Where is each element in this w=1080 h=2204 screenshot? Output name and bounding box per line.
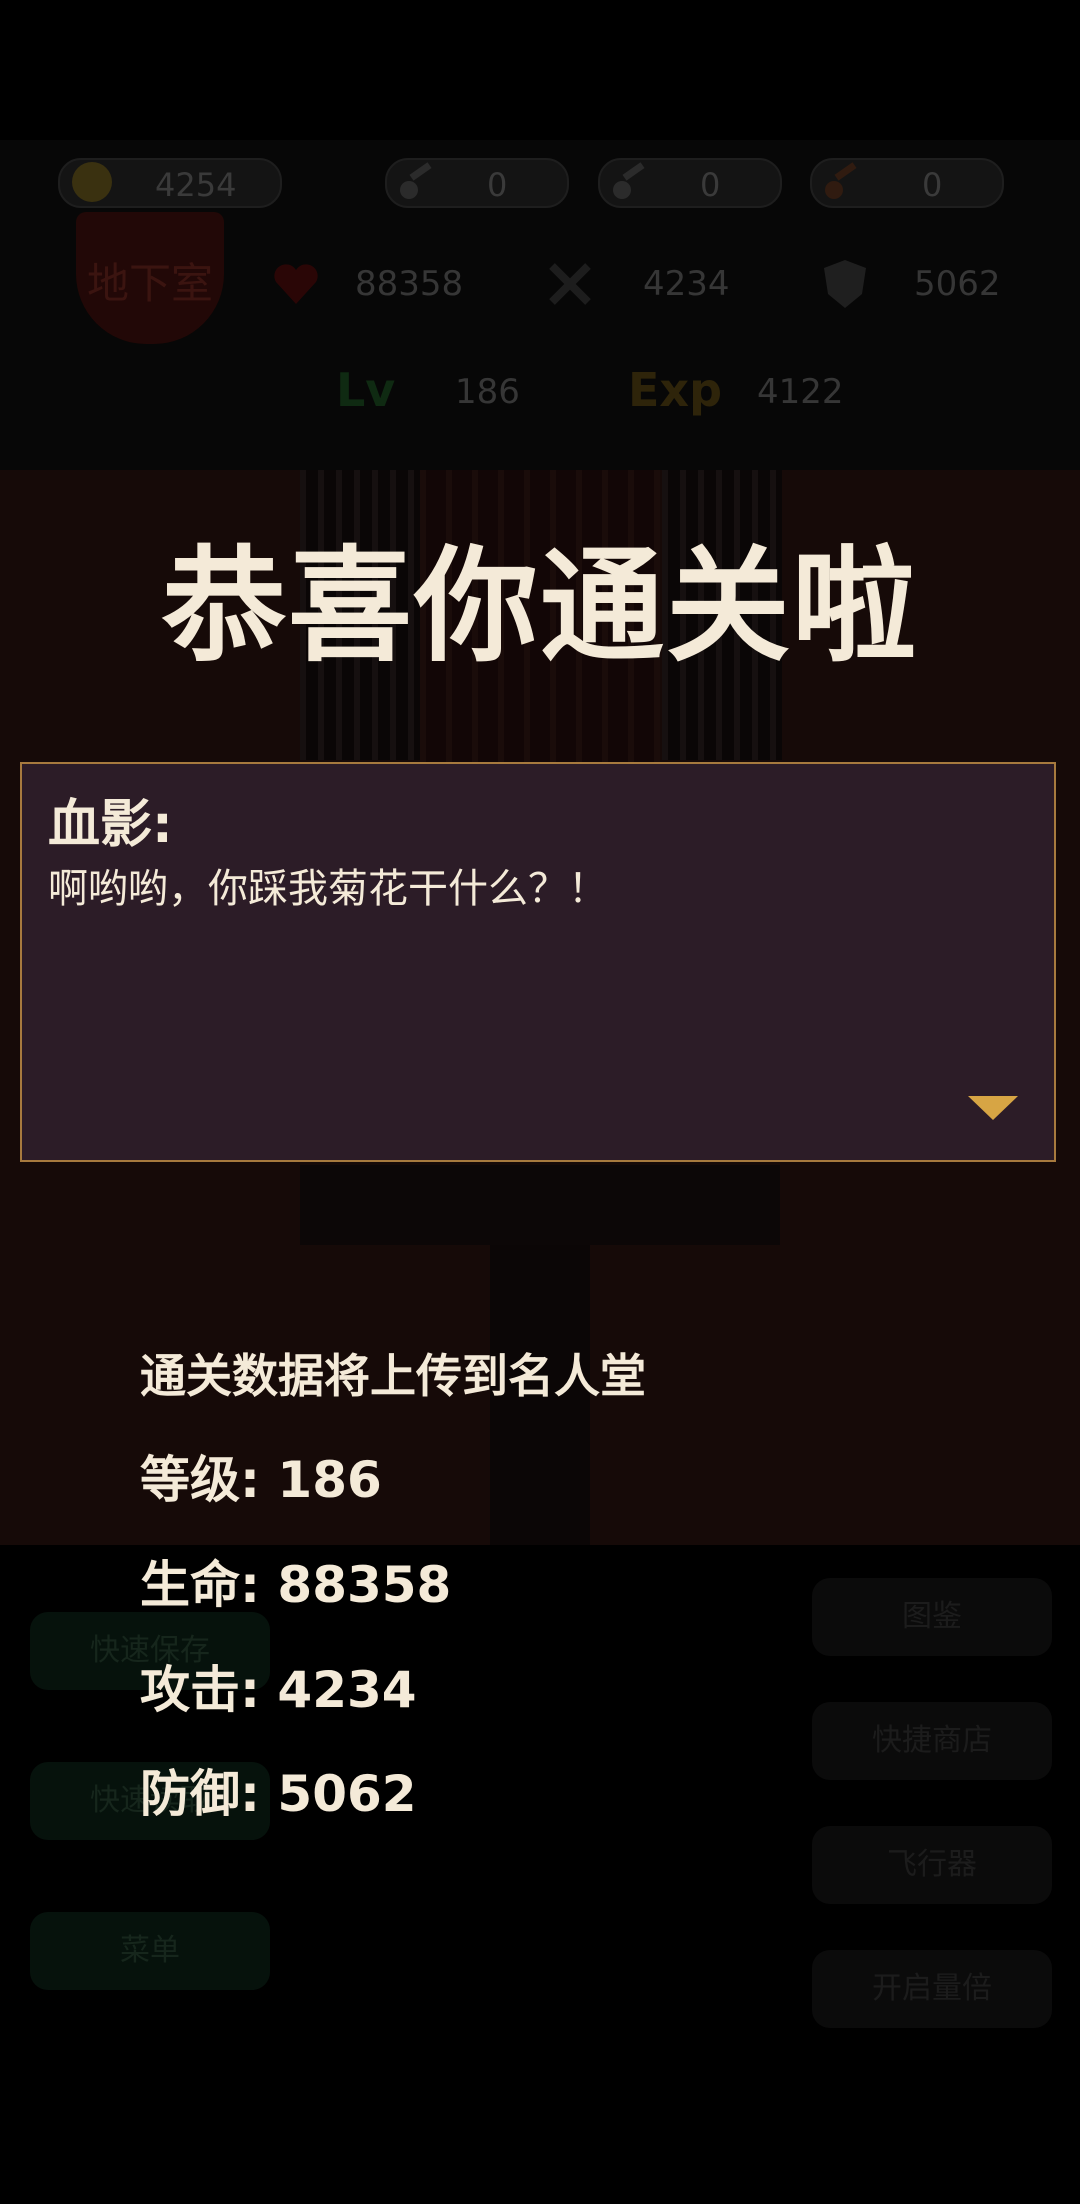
- exp-value: 4122: [757, 372, 844, 412]
- key2-counter: 0: [598, 158, 782, 208]
- dialog-text: 啊哟哟，你踩我菊花干什么？！: [48, 866, 608, 912]
- def-value: 5062: [914, 264, 1001, 304]
- dialog-speaker: 血影:: [48, 795, 173, 855]
- key2-value: 0: [700, 166, 721, 204]
- result-level: 等级: 186: [140, 1451, 382, 1509]
- result-def: 防御: 5062: [140, 1765, 417, 1823]
- menu-button[interactable]: 菜单: [30, 1912, 270, 1990]
- sword-icon: [549, 263, 591, 305]
- level-label: Lv: [336, 363, 396, 417]
- quick-shop-button[interactable]: 快捷商店: [812, 1702, 1052, 1780]
- speedup-button[interactable]: 开启量倍: [812, 1950, 1052, 2028]
- shield-icon: [824, 260, 866, 308]
- result-atk: 攻击: 4234: [140, 1661, 417, 1719]
- key1-counter: 0: [385, 158, 569, 208]
- codex-button[interactable]: 图鉴: [812, 1578, 1052, 1656]
- flyer-button[interactable]: 飞行器: [812, 1826, 1052, 1904]
- level-value: 186: [455, 372, 520, 412]
- gold-coin-icon: [72, 162, 112, 202]
- heart-icon: [274, 264, 318, 304]
- gold-value: 4254: [155, 166, 237, 204]
- upload-notice: 通关数据将上传到名人堂: [140, 1349, 646, 1403]
- map-wall: [300, 1165, 780, 1245]
- continue-arrow-icon[interactable]: [968, 1096, 1018, 1120]
- key1-value: 0: [487, 166, 508, 204]
- exp-label: Exp: [628, 363, 723, 417]
- floor-name: 地下室: [86, 259, 213, 308]
- key-icon: [613, 162, 645, 199]
- dialog-box[interactable]: 血影: 啊哟哟，你踩我菊花干什么？！: [20, 762, 1056, 1162]
- key-icon: [825, 162, 857, 199]
- hp-value: 88358: [355, 264, 464, 304]
- result-hp: 生命: 88358: [140, 1556, 452, 1614]
- gold-counter: 4254: [58, 158, 282, 208]
- atk-value: 4234: [643, 264, 730, 304]
- victory-title: 恭喜你通关啦: [161, 535, 918, 679]
- key3-value: 0: [922, 166, 943, 204]
- key-icon: [400, 162, 432, 199]
- key3-counter: 0: [810, 158, 1004, 208]
- floor-badge: 地下室: [76, 212, 224, 344]
